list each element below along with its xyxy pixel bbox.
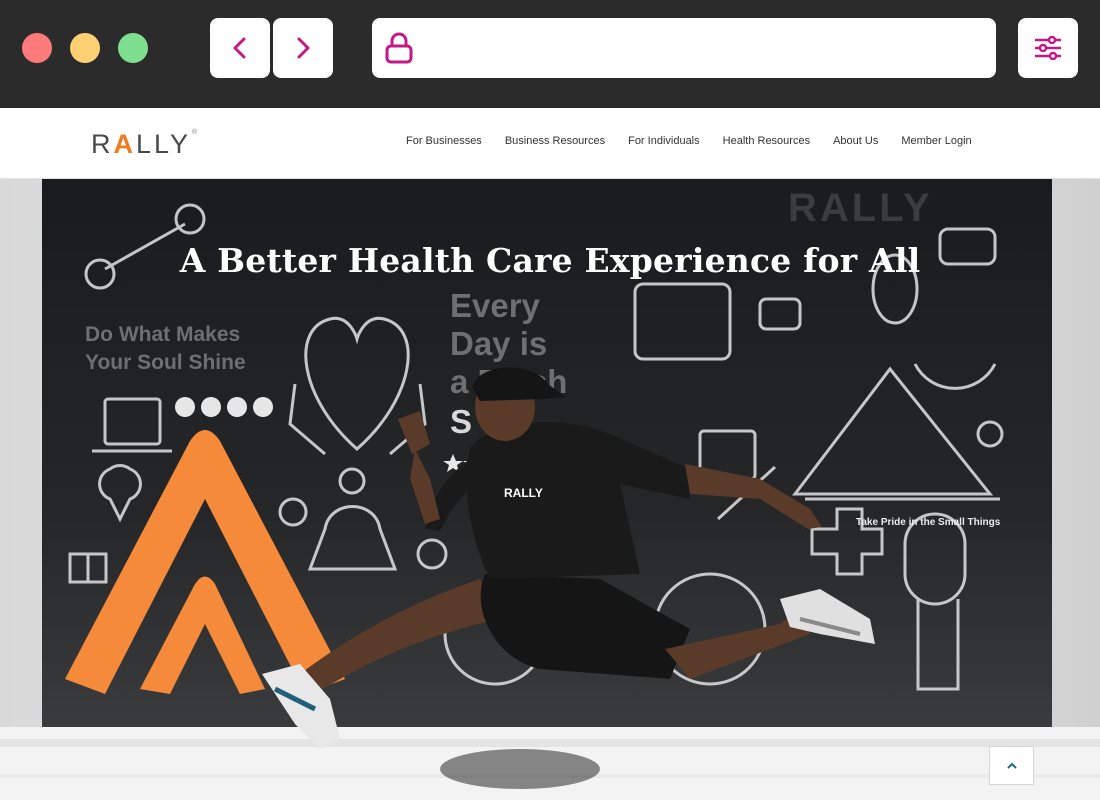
logo-wordmark: RALLY® [91, 128, 201, 159]
nav-health-resources[interactable]: Health Resources [723, 135, 810, 147]
window-minimize-button[interactable] [70, 33, 100, 63]
hero-section: Do What Makes Your Soul Shine Every Day … [0, 179, 1100, 800]
window-text-rally: RALLY [788, 186, 933, 230]
nav-member-login[interactable]: Member Login [901, 135, 971, 147]
window-maximize-button[interactable] [118, 33, 148, 63]
window-text-line-3: Every [450, 287, 541, 324]
window-text-line-1: Do What Makes [85, 323, 240, 346]
hero-title: A Better Health Care Experience for All [179, 241, 921, 280]
window-text-line-6: S [450, 403, 472, 440]
browser-toolbar [0, 0, 1100, 108]
settings-menu-button[interactable] [1018, 18, 1078, 78]
window-text-line-4: Day is [450, 325, 547, 362]
shirt-logo-text: RALLY [504, 486, 543, 500]
site-header: RALLY® For Businesses Business Resources… [0, 108, 1100, 179]
address-bar[interactable] [372, 18, 996, 78]
lock-icon [385, 32, 413, 64]
chevron-right-icon [297, 37, 310, 59]
forward-button[interactable] [273, 18, 333, 78]
url-input[interactable] [424, 28, 984, 68]
window-text-take-pride: Take Pride in the Small Things [856, 517, 1001, 528]
nav-business-resources[interactable]: Business Resources [505, 135, 605, 147]
nav-for-individuals[interactable]: For Individuals [628, 135, 700, 147]
scroll-to-top-button[interactable] [989, 746, 1034, 785]
sliders-icon [1035, 36, 1061, 60]
window-close-button[interactable] [22, 33, 52, 63]
window-text-line-2: Your Soul Shine [85, 351, 246, 374]
rally-logo[interactable]: RALLY® [91, 128, 201, 159]
nav-about-us[interactable]: About Us [833, 135, 878, 147]
chevron-left-icon [233, 37, 246, 59]
main-nav: For Businesses Business Resources For In… [406, 135, 972, 147]
back-button[interactable] [210, 18, 270, 78]
nav-for-businesses[interactable]: For Businesses [406, 135, 482, 147]
chevron-up-icon [1006, 762, 1017, 769]
